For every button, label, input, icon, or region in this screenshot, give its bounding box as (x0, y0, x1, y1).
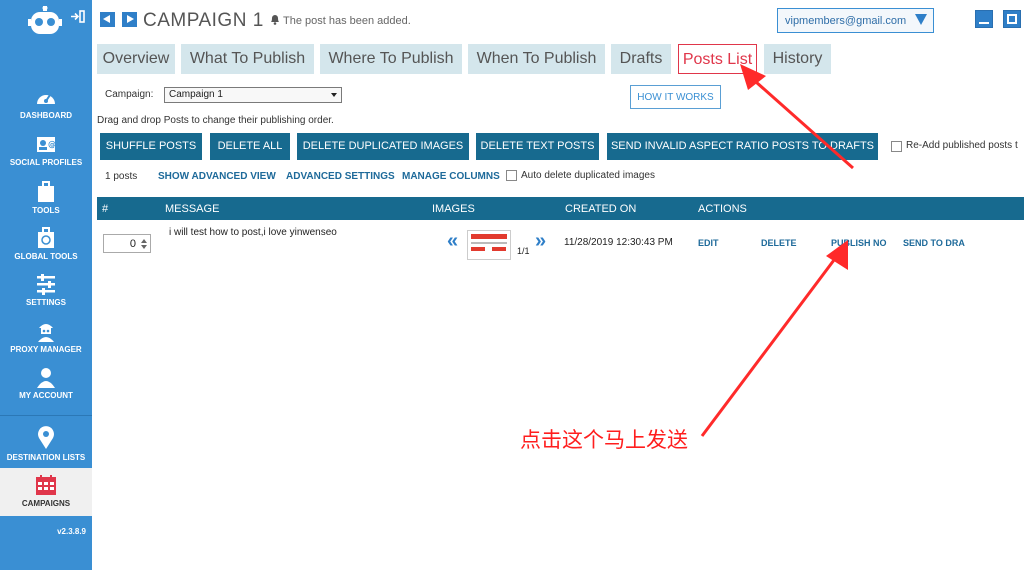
annotation-arrows (700, 64, 854, 437)
app-window: DASHBOARD @ SOCIAL PROFILES TOOLS GLOBAL… (0, 0, 1024, 570)
annotation-text: 点击这个马上发送 (520, 429, 688, 452)
